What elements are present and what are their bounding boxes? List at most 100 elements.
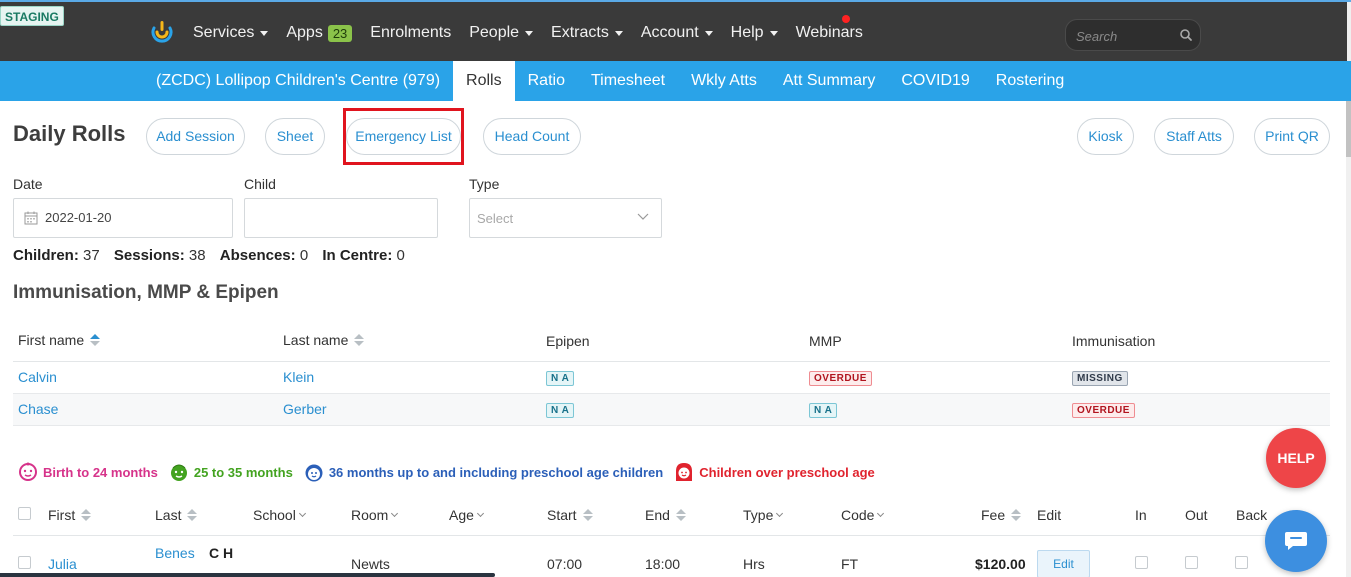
col-last-name[interactable]: Last name (283, 332, 365, 348)
sessions-count: 38 (188, 247, 206, 264)
legend-item: Children over preschool age (674, 461, 875, 483)
stats-summary: Children: 37 Sessions: 38 Absences: 0 In… (13, 247, 415, 264)
sort-icon (90, 334, 101, 346)
out-checkbox[interactable] (1185, 556, 1198, 569)
first-name-link[interactable]: Calvin (18, 369, 57, 385)
chat-icon (1285, 532, 1307, 550)
col-in: In (1135, 507, 1147, 523)
kiosk-button[interactable]: Kiosk (1077, 118, 1134, 155)
nav-services-label: Services (193, 24, 255, 41)
nav-enrolments[interactable]: Enrolments (370, 24, 451, 42)
tab-timesheet[interactable]: Timesheet (578, 61, 678, 101)
code-value: FT (841, 556, 859, 572)
col-end[interactable]: End (645, 507, 686, 523)
scrollbar-thumb[interactable] (1346, 101, 1351, 157)
nav-webinars-label: Webinars (795, 24, 863, 41)
date-label: Date (13, 176, 43, 192)
nav-enrolments-label: Enrolments (370, 24, 452, 41)
chevron-down-icon (776, 509, 784, 518)
nav-apps[interactable]: Apps 23 (286, 24, 353, 42)
sessions-count-label: Sessions: (113, 247, 185, 264)
col-school[interactable]: School (253, 507, 306, 523)
col-school-label: School (253, 507, 296, 523)
nav-extracts[interactable]: Extracts (551, 24, 623, 42)
col-type[interactable]: Type (743, 507, 784, 523)
in-checkbox[interactable] (1135, 556, 1148, 569)
edit-button[interactable]: Edit (1037, 550, 1090, 577)
back-checkbox[interactable] (1235, 556, 1248, 569)
last-name-link[interactable]: Klein (283, 369, 314, 385)
search-box (1065, 19, 1201, 51)
col-code[interactable]: Code (841, 507, 885, 523)
tab-rostering[interactable]: Rostering (983, 61, 1077, 101)
col-start[interactable]: Start (547, 507, 593, 523)
chat-button[interactable] (1265, 510, 1327, 572)
horizontal-scrollbar[interactable] (0, 573, 495, 577)
tab-att-summary[interactable]: Att Summary (770, 61, 888, 101)
sheet-button[interactable]: Sheet (265, 118, 325, 155)
type-placeholder: Select (477, 211, 514, 226)
tab-rolls[interactable]: Rolls (453, 61, 515, 101)
col-age-label: Age (449, 507, 474, 523)
first-name-link[interactable]: Chase (18, 401, 58, 417)
chevron-down-icon (260, 30, 269, 36)
type-select[interactable]: Select (469, 198, 662, 238)
tab-covid19[interactable]: COVID19 (888, 61, 982, 101)
last-name-link[interactable]: Benes (155, 545, 195, 561)
select-all-checkbox[interactable] (18, 507, 31, 520)
table-row: Chase Gerber N A N A OVERDUE (13, 394, 1330, 426)
nav-account[interactable]: Account (641, 24, 713, 42)
notification-dot (842, 15, 850, 23)
col-first[interactable]: First (48, 507, 92, 523)
immunisation-section-title: Immunisation, MMP & Epipen (13, 282, 279, 303)
nav-people[interactable]: People (469, 24, 534, 42)
help-button[interactable]: HELP (1266, 428, 1326, 488)
nav-help[interactable]: Help (731, 24, 778, 42)
print-qr-button[interactable]: Print QR (1254, 118, 1330, 155)
add-session-button[interactable]: Add Session (146, 118, 245, 155)
col-fee-label: Fee (981, 507, 1006, 523)
col-epipen: Epipen (546, 333, 590, 349)
children-count-label: Children: (13, 247, 79, 264)
app-logo-icon[interactable] (150, 20, 174, 46)
nav-webinars[interactable]: Webinars (796, 24, 863, 42)
toddler-face-icon (170, 464, 187, 481)
nav-people-label: People (469, 24, 520, 41)
immunisation-status-badge: OVERDUE (1072, 403, 1135, 418)
legend-label: 25 to 35 months (193, 464, 293, 480)
search-input[interactable] (1076, 26, 1172, 46)
rolls-table-header: First Last School Room Age Start End Typ… (13, 500, 1330, 536)
nav-apps-label: Apps (286, 24, 323, 41)
vertical-scrollbar[interactable] (1346, 101, 1351, 577)
nav-account-label: Account (640, 24, 699, 41)
col-fee[interactable]: Fee (981, 507, 1022, 523)
nav-services[interactable]: Services (193, 24, 269, 42)
tab-ratio[interactable]: Ratio (515, 61, 578, 101)
sort-icon (1011, 509, 1022, 521)
col-age[interactable]: Age (449, 507, 484, 523)
col-edit: Edit (1037, 507, 1062, 523)
first-name-link[interactable]: Julia (48, 556, 77, 572)
legend-label: Children over preschool age (699, 464, 875, 480)
nav-extracts-label: Extracts (551, 24, 609, 41)
immunisation-status-badge: MISSING (1072, 371, 1128, 386)
staff-atts-button[interactable]: Staff Atts (1154, 118, 1234, 155)
last-name-link[interactable]: Gerber (283, 401, 327, 417)
type-value: Hrs (743, 556, 765, 572)
head-count-button[interactable]: Head Count (483, 118, 581, 155)
col-room[interactable]: Room (351, 507, 399, 523)
main-nav: Services Apps 23 Enrolments People Extrac… (193, 16, 881, 50)
type-label: Type (469, 176, 500, 192)
col-back: Back (1236, 507, 1268, 523)
legend-label: 36 months up to and including preschool … (328, 464, 664, 480)
col-first-name[interactable]: First name (18, 332, 101, 348)
search-icon[interactable] (1178, 27, 1194, 43)
calendar-icon (24, 211, 38, 225)
absences-count: 0 (299, 247, 309, 264)
row-select-checkbox[interactable] (18, 556, 31, 569)
date-picker[interactable]: 2022-01-20 (13, 198, 233, 238)
centre-name-link[interactable]: (ZCDC) Lollipop Children's Centre (979) (0, 61, 453, 101)
col-last[interactable]: Last (155, 507, 198, 523)
tab-wkly-atts[interactable]: Wkly Atts (678, 61, 770, 101)
child-input[interactable] (244, 198, 438, 238)
